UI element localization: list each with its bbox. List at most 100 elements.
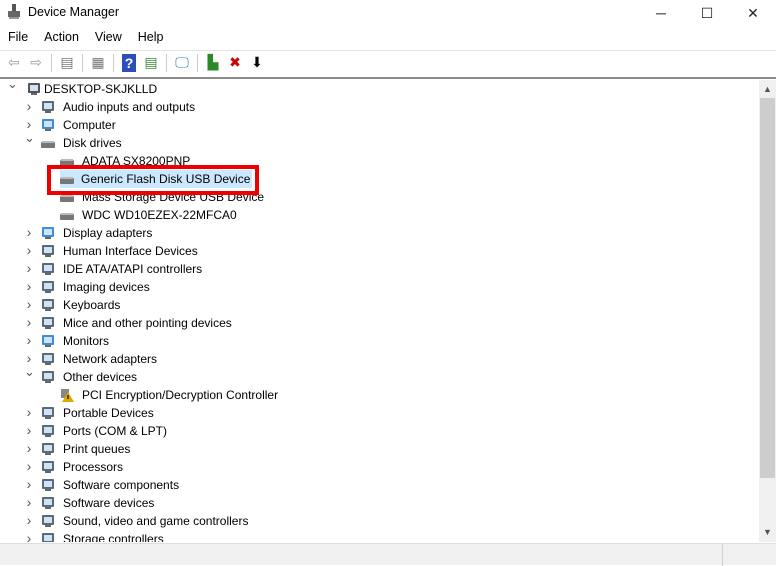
tree-item-label: Monitors: [63, 334, 110, 348]
uninstall-device-icon[interactable]: ✖: [224, 53, 246, 73]
chevron-right-icon[interactable]: ›: [24, 260, 34, 276]
tree-item[interactable]: › Monitors: [0, 332, 759, 350]
maximize-button[interactable]: ☐: [684, 0, 730, 26]
close-button[interactable]: ✕: [730, 0, 776, 26]
tree-item[interactable]: › Storage controllers: [0, 530, 759, 542]
status-bar: [0, 543, 776, 566]
processor-icon: [40, 460, 56, 474]
tree-item[interactable]: › Human Interface Devices: [0, 242, 759, 260]
monitor-icon: [40, 334, 56, 348]
tree-item[interactable]: › Sound, video and game controllers: [0, 512, 759, 530]
tree-item[interactable]: › Keyboards: [0, 296, 759, 314]
back-icon[interactable]: ⇦: [3, 53, 25, 73]
tree-item-label: Network adapters: [63, 352, 158, 366]
storage-controller-icon: [40, 532, 56, 542]
highlight-annotation-box: [47, 165, 259, 195]
tree-item-label: Print queues: [63, 442, 131, 456]
warning-device-icon: [59, 388, 75, 402]
software-device-icon: [40, 496, 56, 510]
minimize-button[interactable]: ─: [638, 0, 684, 26]
other-device-icon: [40, 370, 56, 384]
tree-item[interactable]: › Mice and other pointing devices: [0, 314, 759, 332]
tree-item-label: Software devices: [63, 496, 155, 510]
portable-device-icon: [40, 406, 56, 420]
chevron-down-icon[interactable]: ⌄: [24, 364, 35, 380]
tree-item[interactable]: › Portable Devices: [0, 404, 759, 422]
scan-hardware-icon[interactable]: 🖵: [171, 53, 193, 73]
menu-view[interactable]: View: [87, 27, 130, 49]
disk-drive-icon: [59, 172, 75, 186]
scroll-down-arrow-icon[interactable]: ▼: [759, 524, 776, 541]
tree-item[interactable]: › Network adapters: [0, 350, 759, 368]
sound-controller-icon: [40, 514, 56, 528]
menu-help[interactable]: Help: [130, 27, 172, 49]
chevron-right-icon[interactable]: ›: [24, 98, 34, 114]
chevron-right-icon[interactable]: ›: [24, 224, 34, 240]
tree-item[interactable]: › Computer: [0, 116, 759, 134]
chevron-right-icon[interactable]: ›: [24, 332, 34, 348]
computer-root-icon: [26, 82, 42, 96]
chevron-right-icon[interactable]: ›: [24, 494, 34, 510]
tree-item[interactable]: › Display adapters: [0, 224, 759, 242]
disable-device-icon[interactable]: ⬇: [246, 53, 268, 73]
properties-icon[interactable]: ▦: [87, 53, 109, 73]
tree-item[interactable]: ⌄ Other devices: [0, 364, 759, 386]
forward-icon[interactable]: ⇨: [25, 53, 47, 73]
divider: [0, 77, 776, 79]
chevron-right-icon[interactable]: ›: [24, 404, 34, 420]
tree-item-label: Other devices: [63, 370, 138, 384]
toolbar: ⇦ ⇨ ▤ ▦? ▤ 🖵 ▙ ✖ ⬇: [0, 50, 776, 74]
hid-icon: [40, 244, 56, 258]
tree-item[interactable]: › Print queues: [0, 440, 759, 458]
chevron-right-icon[interactable]: ›: [24, 476, 34, 492]
menu-file[interactable]: File: [0, 27, 36, 49]
action-pane-icon[interactable]: ▤: [140, 53, 162, 73]
chevron-down-icon[interactable]: ⌄: [7, 80, 18, 92]
chevron-right-icon[interactable]: ›: [24, 278, 34, 294]
tree-item-label: DESKTOP-SKJKLLD: [44, 82, 158, 96]
tree-item-label: Portable Devices: [63, 406, 154, 420]
toolbar-separator: [82, 53, 83, 72]
tree-item[interactable]: › Software components: [0, 476, 759, 494]
tree-item-label: Sound, video and game controllers: [63, 514, 249, 528]
tree-item[interactable]: › Audio inputs and outputs: [0, 98, 759, 116]
update-driver-icon[interactable]: ▙: [202, 53, 224, 73]
chevron-right-icon[interactable]: ›: [24, 422, 34, 438]
chevron-right-icon[interactable]: ›: [24, 530, 34, 542]
chevron-right-icon[interactable]: ›: [24, 458, 34, 474]
tree-item-label: Mice and other pointing devices: [63, 316, 232, 330]
toolbar-separator: [113, 53, 114, 72]
software-component-icon: [40, 478, 56, 492]
chevron-right-icon[interactable]: ›: [24, 512, 34, 528]
chevron-right-icon[interactable]: ›: [24, 242, 34, 258]
tree-item[interactable]: › Processors: [0, 458, 759, 476]
chevron-right-icon[interactable]: ›: [24, 314, 34, 330]
device-tree: ⌄ DESKTOP-SKJKLLD › Audio inputs and output…: [0, 80, 759, 542]
scrollbar-thumb[interactable]: [760, 98, 775, 478]
tree-item[interactable]: ⌄ DESKTOP-SKJKLLD: [0, 80, 759, 98]
menu-action[interactable]: Action: [36, 27, 87, 49]
show-hide-console-tree-icon[interactable]: ▤: [56, 53, 78, 73]
tree-item[interactable]: › Software devices: [0, 494, 759, 512]
chevron-right-icon[interactable]: ›: [24, 296, 34, 312]
tree-item[interactable]: WDC WD10EZEX-22MFCA0: [0, 206, 759, 224]
tree-item[interactable]: › Ports (COM & LPT): [0, 422, 759, 440]
tree-item[interactable]: › IDE ATA/ATAPI controllers: [0, 260, 759, 278]
tree-item-label: PCI Encryption/Decryption Controller: [82, 388, 279, 402]
tree-item-label: Imaging devices: [63, 280, 150, 294]
tree-item-label: Storage controllers: [63, 532, 164, 542]
help-icon[interactable]: ?: [122, 53, 136, 72]
port-icon: [40, 424, 56, 438]
menu-bar: File Action View Help: [0, 27, 172, 49]
tree-item[interactable]: ⌄ Disk drives: [0, 130, 759, 152]
tree-item[interactable]: › Imaging devices: [0, 278, 759, 296]
monitor-icon: [40, 118, 56, 132]
tree-item-label: Audio inputs and outputs: [63, 100, 196, 114]
chevron-down-icon[interactable]: ⌄: [24, 130, 35, 146]
chevron-right-icon[interactable]: ›: [24, 440, 34, 456]
toolbar-separator: [197, 53, 198, 72]
scroll-up-arrow-icon[interactable]: ▲: [759, 81, 776, 98]
tree-item[interactable]: PCI Encryption/Decryption Controller: [0, 386, 759, 404]
display-adapter-icon: [40, 226, 56, 240]
disk-drive-icon: [59, 208, 75, 222]
